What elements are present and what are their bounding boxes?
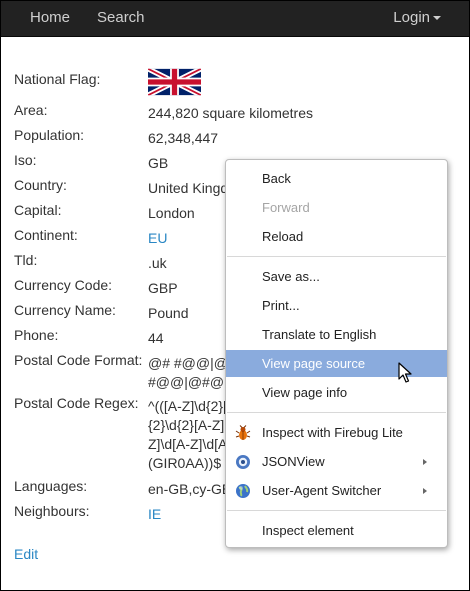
edit-link[interactable]: Edit — [14, 546, 38, 562]
menu-item-label: Translate to English — [262, 327, 377, 342]
menu-item-inspect-element[interactable]: Inspect element — [226, 517, 447, 544]
detail-value: London — [148, 205, 195, 221]
menu-item-label: User-Agent Switcher — [262, 483, 382, 498]
menu-separator — [227, 510, 446, 511]
menu-item-label: Inspect with Firebug Lite — [262, 425, 403, 440]
detail-label: Population: — [14, 127, 85, 143]
nav-search-link[interactable]: Search — [97, 1, 145, 36]
detail-value: 44 — [148, 330, 164, 346]
menu-item-print[interactable]: Print... — [226, 292, 447, 319]
menu-item-label: View page source — [262, 356, 366, 371]
detail-value-line: #@@|@#@ — [148, 374, 225, 390]
menu-item-label: Print... — [262, 298, 300, 313]
detail-label: Postal Code Regex: — [14, 395, 139, 411]
menu-item-firebug-lite[interactable]: Inspect with Firebug Lite — [226, 419, 447, 446]
mouse-pointer-icon — [398, 362, 412, 383]
detail-label: Languages: — [14, 478, 88, 494]
detail-label: Country: — [14, 177, 67, 193]
detail-label: Neighbours: — [14, 503, 90, 519]
detail-value: 62,348,447 — [148, 130, 219, 146]
nav-login-dropdown[interactable]: Login — [393, 1, 441, 36]
top-navbar: Home Search Login — [1, 1, 469, 37]
nav-home-link[interactable]: Home — [30, 1, 70, 36]
caret-down-icon — [433, 16, 441, 20]
detail-label: Continent: — [14, 227, 78, 243]
detail-value-line: (GIR0AA))$ — [148, 455, 222, 471]
detail-value: Pound — [148, 305, 189, 321]
menu-item-translate[interactable]: Translate to English — [226, 321, 447, 348]
login-label: Login — [393, 9, 430, 26]
submenu-arrow-icon — [423, 488, 427, 494]
menu-item-save-as[interactable]: Save as... — [226, 263, 447, 290]
detail-label: Postal Code Format: — [14, 352, 143, 368]
menu-item-jsonview[interactable]: JSONView — [226, 448, 447, 475]
submenu-arrow-icon — [423, 459, 427, 465]
jsonview-icon — [236, 455, 250, 469]
menu-item-label: View page info — [262, 385, 348, 400]
detail-label: Area: — [14, 102, 48, 118]
menu-item-forward: Forward — [226, 194, 447, 221]
uk-flag-icon — [148, 68, 201, 96]
neighbour-link[interactable]: IE — [148, 505, 161, 524]
menu-separator — [227, 256, 446, 257]
detail-label: Capital: — [14, 202, 62, 218]
menu-item-label: Reload — [262, 229, 304, 244]
context-menu: Back Forward Reload Save as... Print... … — [225, 159, 448, 548]
detail-value: .uk — [148, 255, 167, 271]
menu-item-user-agent-switcher[interactable]: User-Agent Switcher — [226, 477, 447, 504]
detail-label: Tld: — [14, 252, 38, 268]
menu-separator — [227, 412, 446, 413]
firebug-icon — [235, 425, 251, 440]
detail-label: Currency Code: — [14, 277, 113, 293]
detail-value: 244,820 square kilometres — [148, 105, 313, 121]
menu-item-reload[interactable]: Reload — [226, 223, 447, 250]
detail-label: Currency Name: — [14, 302, 116, 318]
detail-value: GBP — [148, 280, 178, 296]
detail-value: GB — [148, 155, 169, 171]
detail-label: Phone: — [14, 327, 59, 343]
menu-item-label: Inspect element — [262, 523, 354, 538]
menu-item-label: JSONView — [262, 454, 325, 469]
detail-value-line: {2}\d{2}[A-Z] — [148, 417, 225, 433]
menu-item-label: Save as... — [262, 269, 320, 284]
browser-page: Home Search Login National Flag: Area: 2… — [1, 1, 469, 590]
globe-icon — [236, 484, 250, 498]
menu-item-back[interactable]: Back — [226, 165, 447, 192]
menu-item-label: Forward — [262, 200, 310, 215]
detail-label: National Flag: — [14, 71, 101, 87]
menu-item-label: Back — [262, 171, 291, 186]
detail-label: Iso: — [14, 152, 37, 168]
continent-link[interactable]: EU — [148, 229, 167, 248]
